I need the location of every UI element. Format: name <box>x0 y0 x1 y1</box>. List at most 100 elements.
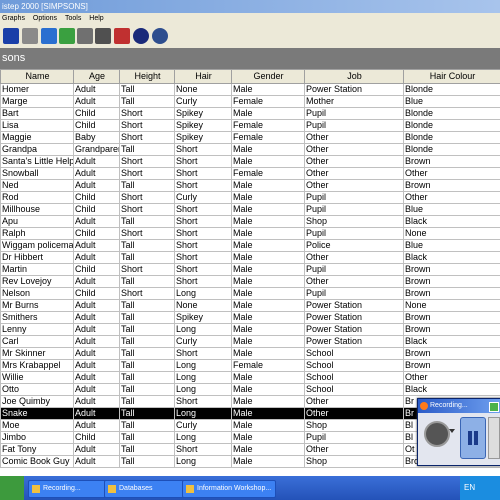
table-cell[interactable]: Short <box>119 203 175 216</box>
table-cell[interactable]: Moe <box>0 419 74 432</box>
table-cell[interactable]: Male <box>231 263 305 276</box>
table-cell[interactable]: Other <box>403 167 500 180</box>
table-row[interactable]: Maggie Baby Short Spikey Female Other Blonde <box>0 131 500 144</box>
table-row[interactable]: Rod Child Short Curly Male Pupil Other <box>0 191 500 204</box>
table-cell[interactable]: Brown <box>403 311 500 324</box>
table-cell[interactable]: Adult <box>73 215 120 228</box>
table-cell[interactable]: Adult <box>73 419 120 432</box>
print-icon[interactable] <box>22 28 38 44</box>
table-cell[interactable]: Homer <box>0 83 74 96</box>
table-cell[interactable]: Tall <box>119 419 175 432</box>
table-cell[interactable]: Child <box>73 107 120 120</box>
table-cell[interactable]: Wiggam policeman <box>0 239 74 252</box>
table-cell[interactable]: Child <box>73 287 120 300</box>
table-cell[interactable]: Brown <box>403 275 500 288</box>
table-row[interactable]: Mr Skinner Adult Tall Short Male School Brown <box>0 347 500 360</box>
table-cell[interactable]: Adult <box>73 395 120 408</box>
table-cell[interactable]: Short <box>119 131 175 144</box>
table-cell[interactable]: Tall <box>119 443 175 456</box>
table-cell[interactable]: Otto <box>0 383 74 396</box>
table-cell[interactable]: Male <box>231 347 305 360</box>
table-cell[interactable]: Short <box>174 143 232 156</box>
table-cell[interactable]: Male <box>231 239 305 252</box>
table-cell[interactable]: Male <box>231 275 305 288</box>
table-cell[interactable]: Mr Burns <box>0 299 74 312</box>
table-cell[interactable]: Male <box>231 227 305 240</box>
table-row[interactable]: GrandpaGrandparentTallShortMaleOtherBlon… <box>0 143 500 156</box>
table-cell[interactable]: Mr Skinner <box>0 347 74 360</box>
table-cell[interactable]: Power Station <box>304 83 404 96</box>
table-cell[interactable]: Adult <box>73 371 120 384</box>
table-row[interactable]: Willie Adult Tall Long Male School Other <box>0 371 500 384</box>
table-row[interactable]: Snowball Adult Short Short Female Other Other <box>0 167 500 180</box>
table-cell[interactable]: Short <box>174 347 232 360</box>
table-cell[interactable]: Adult <box>73 155 120 168</box>
table-cell[interactable]: Male <box>231 431 305 444</box>
table-cell[interactable]: Short <box>174 179 232 192</box>
table-cell[interactable]: Brown <box>403 359 500 372</box>
table-cell[interactable]: Blue <box>403 203 500 216</box>
table-cell[interactable]: Short <box>174 239 232 252</box>
table-row[interactable]: Otto Adult Tall Long Male School Black <box>0 383 500 396</box>
table-row[interactable]: Ned Adult Tall Short Male Other Brown <box>0 179 500 192</box>
table-cell[interactable]: Curly <box>174 191 232 204</box>
table-cell[interactable]: Lisa <box>0 119 74 132</box>
table-cell[interactable]: Tall <box>119 215 175 228</box>
table-cell[interactable]: Adult <box>73 347 120 360</box>
table-cell[interactable]: Short <box>119 191 175 204</box>
task-information-workshop[interactable]: Information Workshop... <box>182 480 276 498</box>
table-cell[interactable]: Black <box>403 251 500 264</box>
table-cell[interactable]: Other <box>304 407 404 420</box>
table-cell[interactable]: Jimbo <box>0 431 74 444</box>
view-icon[interactable] <box>95 28 111 44</box>
table-cell[interactable]: Adult <box>73 299 120 312</box>
table-cell[interactable]: Joe Quimby <box>0 395 74 408</box>
table-cell[interactable]: Pupil <box>304 107 404 120</box>
table-cell[interactable]: Brown <box>403 347 500 360</box>
table-cell[interactable]: Tall <box>119 347 175 360</box>
table-cell[interactable]: Adult <box>73 335 120 348</box>
table-cell[interactable]: Short <box>119 119 175 132</box>
column-header[interactable]: Hair Colour <box>403 69 500 84</box>
table-cell[interactable]: Rod <box>0 191 74 204</box>
table-cell[interactable]: Blue <box>403 239 500 252</box>
table-row[interactable]: Wiggam policeman Adult Tall Short Male Police… <box>0 239 500 252</box>
table-cell[interactable]: Lenny <box>0 323 74 336</box>
table-cell[interactable]: Short <box>119 155 175 168</box>
table-cell[interactable]: Male <box>231 155 305 168</box>
table-cell[interactable]: Male <box>231 323 305 336</box>
record-button[interactable] <box>424 421 450 447</box>
table-cell[interactable]: Tall <box>119 239 175 252</box>
table-row[interactable]: Martin Child Short Short Male Pupil Brown <box>0 263 500 276</box>
table-cell[interactable]: Blonde <box>403 131 500 144</box>
info-icon[interactable] <box>133 28 149 44</box>
table-cell[interactable]: Other <box>403 191 500 204</box>
table-cell[interactable]: Tall <box>119 179 175 192</box>
table-cell[interactable]: Short <box>119 287 175 300</box>
table-cell[interactable]: Smithers <box>0 311 74 324</box>
table-cell[interactable]: Brown <box>403 179 500 192</box>
table-cell[interactable]: Brown <box>403 287 500 300</box>
table-cell[interactable]: Male <box>231 179 305 192</box>
table-cell[interactable]: Short <box>174 155 232 168</box>
table-cell[interactable]: Adult <box>73 359 120 372</box>
table-cell[interactable]: Pupil <box>304 191 404 204</box>
table-cell[interactable]: Power Station <box>304 323 404 336</box>
table-cell[interactable]: Short <box>174 443 232 456</box>
add-icon[interactable] <box>59 28 75 44</box>
table-cell[interactable]: Male <box>231 383 305 396</box>
table-cell[interactable]: Long <box>174 371 232 384</box>
table-cell[interactable]: Long <box>174 431 232 444</box>
table-cell[interactable]: School <box>304 383 404 396</box>
table-row[interactable]: Bart Child Short Spikey Male Pupil Blonde <box>0 107 500 120</box>
table-cell[interactable]: Pupil <box>304 203 404 216</box>
task-recording[interactable]: Recording... <box>28 480 116 498</box>
table-cell[interactable]: Pupil <box>304 287 404 300</box>
table-cell[interactable]: Male <box>231 407 305 420</box>
table-cell[interactable]: Female <box>231 167 305 180</box>
table-cell[interactable]: Nelson <box>0 287 74 300</box>
column-header[interactable]: Gender <box>231 69 305 84</box>
table-cell[interactable]: Spikey <box>174 131 232 144</box>
table-row[interactable]: Marge Adult Tall Curly Female Mother Blue <box>0 95 500 108</box>
table-cell[interactable]: Tall <box>119 311 175 324</box>
